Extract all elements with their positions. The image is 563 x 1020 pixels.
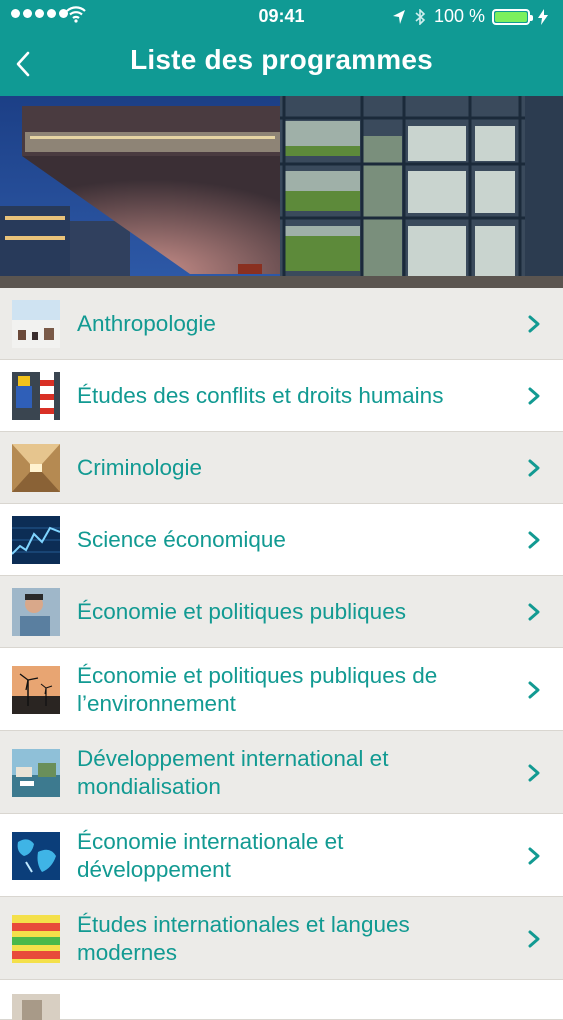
program-label: Science économique [77,527,286,552]
program-label: Économie et politiques publiques de l’en… [77,663,438,716]
program-label: Anthropologie [77,311,216,336]
campus-building-banner [0,96,563,288]
status-bar: 09:41 100 % [0,0,563,30]
chevron-right-icon [528,764,540,782]
wind-turbines-thumbnail [12,666,60,714]
app-header: 09:41 100 % Liste des programmes [0,0,563,96]
list-item[interactable]: Criminologie [0,432,563,504]
chevron-right-icon [528,930,540,948]
list-item[interactable]: Économie internationale et développement [0,814,563,897]
bluetooth-icon [415,8,426,25]
lego-figure-thumbnail [12,372,60,420]
list-item[interactable]: Économie et politiques publiques de l’en… [0,648,563,731]
corridor-thumbnail [12,444,60,492]
chevron-right-icon [528,847,540,865]
list-item[interactable]: Études des conflits et droits humains [0,360,563,432]
page-title: Liste des programmes [130,44,433,75]
partial-thumbnail [12,994,60,1020]
chevron-right-icon [528,459,540,477]
chevron-right-icon [528,387,540,405]
stock-chart-thumbnail [12,516,60,564]
multilingual-thanks-thumbnail [12,915,60,963]
program-label: Économie et politiques publiques [77,599,406,624]
battery-icon [492,8,533,25]
list-item[interactable]: Anthropologie [0,288,563,360]
list-item[interactable]: Développement international et mondialis… [0,731,563,814]
location-arrow-icon [392,9,405,24]
person-portrait-thumbnail [12,588,60,636]
harbor-boats-thumbnail [12,749,60,797]
chevron-right-icon [528,531,540,549]
charging-bolt-icon [538,8,548,25]
program-list: Anthropologie Études des conflits et dro… [0,288,563,1020]
battery-percent: 100 % [433,6,485,26]
snow-landscape-thumbnail [12,300,60,348]
chevron-right-icon [528,681,540,699]
list-item[interactable]: Science économique [0,504,563,576]
program-label: Études internationales et langues modern… [77,912,410,965]
chevron-right-icon [528,603,540,621]
list-item[interactable]: Études internationales et langues modern… [0,897,563,980]
world-map-thumbnail [12,832,60,880]
list-item-partial[interactable] [0,980,563,1020]
program-label: Développement international et mondialis… [77,746,389,799]
program-label: Économie internationale et développement [77,829,344,882]
status-right: 100 % [392,6,549,27]
program-label: Études des conflits et droits humains [77,383,444,408]
list-item[interactable]: Économie et politiques publiques [0,576,563,648]
program-label: Criminologie [77,455,203,480]
chevron-right-icon [528,315,540,333]
